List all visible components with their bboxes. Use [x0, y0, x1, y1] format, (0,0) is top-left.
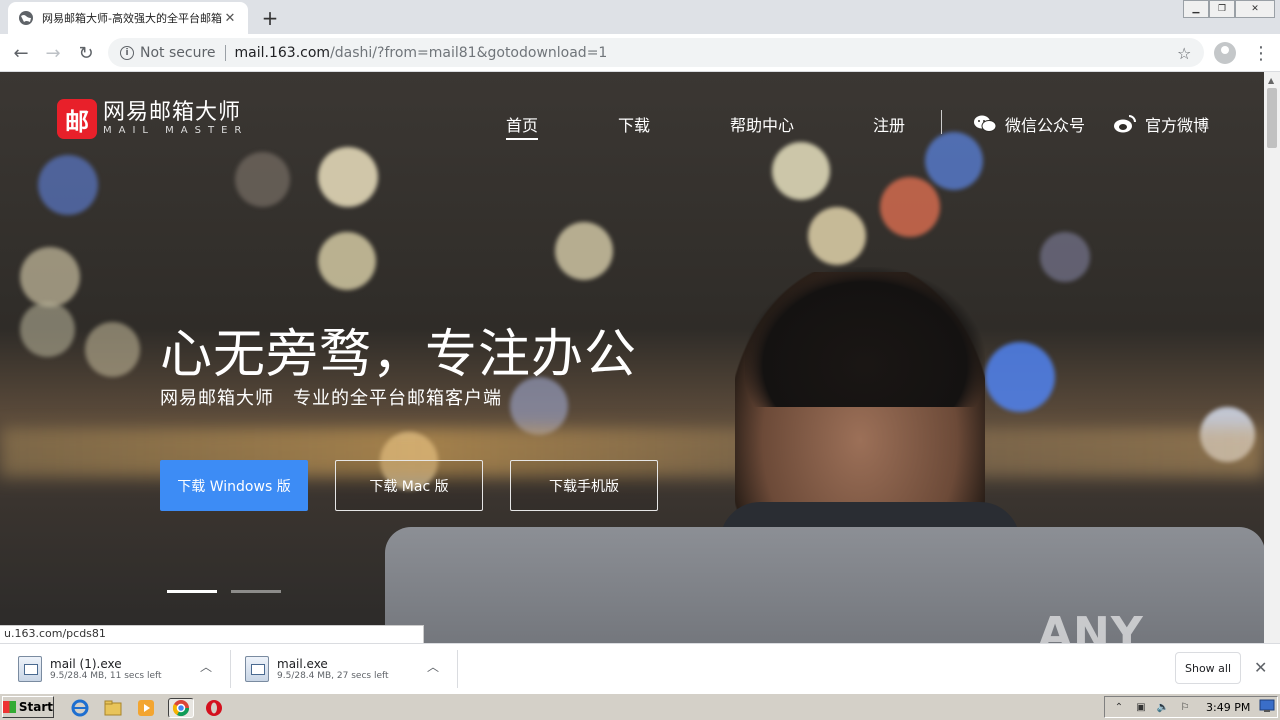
close-window-icon[interactable]: ✕	[1235, 0, 1275, 18]
bokeh-light	[808, 207, 866, 265]
weibo-label: 官方微博	[1145, 116, 1210, 135]
page-viewport: 邮 网易邮箱大师 MAIL MASTER 首页 下载 帮助中心 注册 微信公众号…	[0, 72, 1264, 643]
download-mobile-button[interactable]: 下载手机版	[510, 460, 658, 511]
bokeh-light	[235, 152, 290, 207]
hero-subline: 网易邮箱大师 专业的全平台邮箱客户端	[160, 388, 502, 409]
download-name: mail (1).exe	[50, 657, 122, 671]
nav-register[interactable]: 注册	[873, 112, 905, 136]
bokeh-light	[318, 147, 378, 207]
carousel-dot-2[interactable]	[231, 590, 281, 593]
status-bar-url: u.163.com/pcds81	[0, 625, 424, 643]
site-logo[interactable]: 邮 网易邮箱大师 MAIL MASTER	[57, 99, 248, 139]
menu-dots-icon[interactable]: ⋮	[1252, 43, 1270, 64]
network-icon[interactable]: ▣	[1133, 700, 1149, 714]
show-all-button[interactable]: Show all	[1175, 652, 1241, 684]
person-hair	[745, 267, 985, 407]
reload-icon[interactable]: ↻	[75, 42, 97, 64]
wechat-label: 微信公众号	[1005, 116, 1086, 135]
new-tab-button[interactable]: +	[258, 6, 282, 30]
globe-icon	[19, 11, 33, 25]
download-windows-button[interactable]: 下载 Windows 版	[160, 460, 308, 511]
logo-cn: 网易邮箱大师	[103, 100, 242, 125]
logo-en: MAIL MASTER	[103, 125, 249, 136]
address-bar[interactable]: i Not secure mail.163.com/dashi/?from=ma…	[108, 38, 1204, 67]
download-shelf: mail (1).exe 9.5/28.4 MB, 11 secs left ︿…	[0, 643, 1280, 693]
bokeh-light	[1040, 232, 1090, 282]
hero-headline: 心无旁骛，专注办公	[160, 325, 638, 385]
bokeh-light	[880, 177, 940, 237]
chevron-up-icon[interactable]: ︿	[200, 658, 212, 675]
media-player-icon[interactable]	[136, 698, 156, 718]
nav-download[interactable]: 下载	[618, 112, 650, 136]
download-item[interactable]: mail.exe 9.5/28.4 MB, 27 secs left	[245, 649, 389, 689]
carousel-dot-1[interactable]	[167, 590, 217, 593]
browser-tab[interactable]: 网易邮箱大师-高效强大的全平台邮箱 ✕	[8, 2, 248, 34]
bookmark-star-icon[interactable]: ☆	[1177, 44, 1198, 63]
show-desktop-icon[interactable]	[1258, 697, 1276, 715]
bokeh-light	[925, 132, 983, 190]
nav-help-center[interactable]: 帮助中心	[730, 112, 794, 136]
url-text[interactable]: mail.163.com/dashi/?from=mail81&gotodown…	[235, 45, 608, 61]
bokeh-light	[20, 247, 80, 307]
scroll-thumb[interactable]	[1267, 88, 1277, 148]
tab-strip: 网易邮箱大师-高效强大的全平台邮箱 ✕ + ▁ ❐ ✕	[0, 0, 1280, 34]
security-label: Not secure	[140, 44, 216, 61]
omnibox-divider	[224, 44, 226, 61]
start-label: Start	[18, 700, 53, 714]
logo-text: 网易邮箱大师 MAIL MASTER	[103, 101, 248, 137]
wechat-icon	[974, 115, 997, 132]
flag-icon[interactable]: ⚐	[1177, 700, 1193, 714]
download-status: 9.5/28.4 MB, 11 secs left	[50, 671, 162, 681]
exe-file-icon	[245, 656, 269, 682]
windows-taskbar: Start ⌃ ▣ 🔈 ⚐ 3:49 PM	[0, 693, 1280, 720]
info-icon[interactable]: i	[120, 45, 134, 60]
bokeh-light	[38, 155, 98, 215]
bokeh-light	[985, 342, 1055, 412]
logo-mark: 邮	[57, 99, 97, 139]
back-icon[interactable]: ←	[10, 42, 32, 64]
download-mac-button[interactable]: 下载 Mac 版	[335, 460, 483, 511]
restore-icon[interactable]: ❐	[1209, 0, 1235, 18]
windows-logo-icon	[3, 701, 16, 713]
page-scrollbar[interactable]: ▲	[1264, 72, 1280, 643]
volume-icon[interactable]: 🔈	[1155, 700, 1171, 714]
bokeh-light	[85, 322, 140, 377]
scroll-up-icon[interactable]: ▲	[1268, 76, 1274, 85]
opera-icon[interactable]	[204, 698, 224, 718]
download-name: mail.exe	[277, 657, 328, 671]
download-status: 9.5/28.4 MB, 27 secs left	[277, 671, 389, 681]
tray-expand-icon[interactable]: ⌃	[1111, 700, 1127, 714]
profile-avatar[interactable]	[1214, 42, 1236, 64]
download-divider	[230, 650, 231, 688]
url-path: /dashi/?from=mail81&gotodownload=1	[330, 44, 608, 61]
exe-file-icon	[18, 656, 42, 682]
forward-icon[interactable]: →	[42, 42, 64, 64]
nav-wechat[interactable]: 微信公众号	[973, 112, 1085, 136]
taskbar-clock[interactable]: 3:49 PM	[1206, 701, 1250, 714]
browser-toolbar: ← → ↻ i Not secure mail.163.com/dashi/?f…	[0, 34, 1280, 72]
bokeh-light	[318, 232, 376, 290]
system-tray: ⌃ ▣ 🔈 ⚐	[1104, 696, 1278, 718]
url-host: mail.163.com	[234, 44, 331, 61]
chrome-icon[interactable]	[168, 698, 194, 718]
minimize-icon[interactable]: ▁	[1183, 0, 1209, 18]
close-tab-icon[interactable]: ✕	[222, 10, 238, 26]
download-item[interactable]: mail (1).exe 9.5/28.4 MB, 11 secs left	[18, 649, 162, 689]
bokeh-light	[555, 222, 613, 280]
weibo-icon	[1114, 115, 1136, 133]
chevron-up-icon[interactable]: ︿	[427, 658, 439, 675]
anyrun-watermark: ANY RUN	[1038, 608, 1144, 643]
download-divider	[457, 650, 458, 688]
nav-weibo[interactable]: 官方微博	[1113, 112, 1209, 136]
bokeh-light	[772, 142, 830, 200]
ie-icon[interactable]	[70, 698, 90, 718]
folder-icon[interactable]	[103, 698, 123, 718]
nav-divider	[941, 110, 942, 134]
bokeh-light	[20, 302, 75, 357]
close-shelf-icon[interactable]: ✕	[1254, 658, 1267, 677]
tab-title: 网易邮箱大师-高效强大的全平台邮箱	[42, 12, 222, 25]
nav-home[interactable]: 首页	[506, 112, 539, 140]
start-button[interactable]: Start	[2, 696, 54, 718]
